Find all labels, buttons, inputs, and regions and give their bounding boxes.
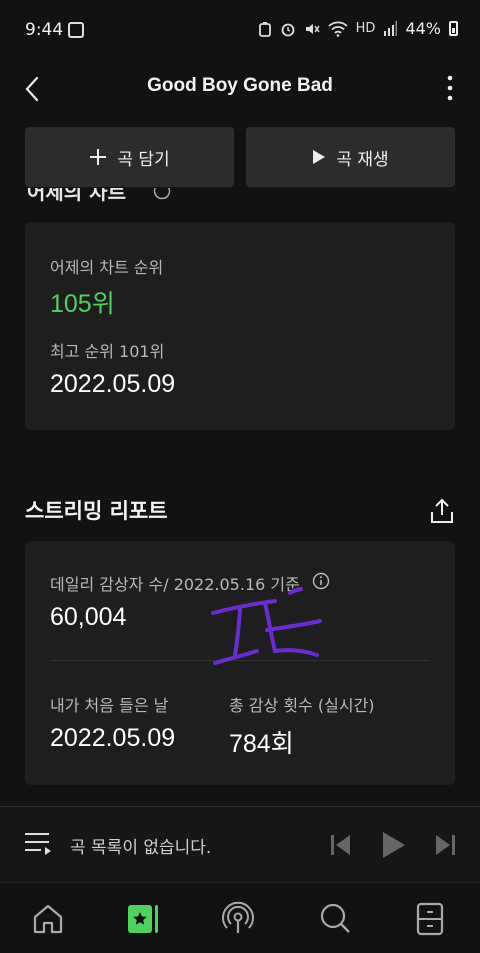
chart-rank-card: 어제의 차트 순위 105위 최고 순위 101위 2022.05.09 <box>25 222 455 430</box>
best-rank-date: 2022.05.09 <box>50 370 176 398</box>
alarm-icon <box>281 23 295 36</box>
bottom-navigation <box>0 882 480 953</box>
status-indicators: HD 44% <box>258 19 458 38</box>
mini-player: 곡 목록이 없습니다. <box>0 806 480 882</box>
info-icon[interactable] <box>153 188 171 200</box>
app-notification-icon <box>68 22 84 38</box>
play-icon <box>313 150 326 164</box>
page-title: Good Boy Gone Bad <box>147 75 333 96</box>
best-rank-label: 최고 순위 101위 <box>50 342 165 361</box>
prev-icon[interactable] <box>330 833 352 857</box>
status-time: 9:44 <box>25 20 64 40</box>
signal-icon <box>384 21 398 36</box>
status-bar: 9:44 HD 44% <box>0 0 480 62</box>
player-status-text: 곡 목록이 없습니다. <box>70 838 212 858</box>
plus-icon <box>90 149 107 165</box>
playlist-icon[interactable] <box>24 831 52 857</box>
my-music-icon[interactable] <box>125 901 161 937</box>
add-song-button[interactable]: 곡 담기 <box>25 127 234 187</box>
battery-percent: 44% <box>405 19 441 38</box>
chart-section-heading-text: 어제의 차트 <box>27 188 126 204</box>
wifi-icon <box>328 21 348 37</box>
mute-icon <box>305 23 320 34</box>
search-icon[interactable] <box>317 901 353 937</box>
storage-icon[interactable] <box>412 901 448 937</box>
play-song-label: 곡 재생 <box>336 149 389 170</box>
handwritten-scribble <box>211 587 322 665</box>
yesterday-rank-label: 어제의 차트 순위 <box>50 258 164 277</box>
yesterday-rank-value: 105위 <box>50 290 115 318</box>
hd-voice-label: HD <box>355 21 376 36</box>
play-icon[interactable] <box>381 830 407 860</box>
chart-section-heading: 어제의 차트 <box>25 188 225 206</box>
total-plays-label: 총 감상 횟수 (실시간) <box>229 696 375 715</box>
play-song-button[interactable]: 곡 재생 <box>246 127 455 187</box>
streaming-report-title: 스트리밍 리포트 <box>25 499 168 523</box>
home-icon[interactable] <box>30 901 66 937</box>
daily-listeners-value: 60,004 <box>50 603 127 631</box>
battery-icon <box>449 21 458 36</box>
first-listen-value: 2022.05.09 <box>50 724 176 752</box>
share-icon[interactable] <box>430 498 454 524</box>
first-listen-label: 내가 처음 들은 날 <box>50 696 169 715</box>
recycle-icon <box>258 21 271 37</box>
top-app-bar: Good Boy Gone Bad <box>0 62 480 114</box>
next-icon[interactable] <box>434 833 456 857</box>
action-buttons: 곡 담기 곡 재생 <box>25 127 455 187</box>
podcast-icon[interactable] <box>220 901 256 937</box>
add-song-label: 곡 담기 <box>117 149 170 170</box>
total-plays-value: 784회 <box>229 730 294 758</box>
more-icon[interactable] <box>446 74 454 102</box>
